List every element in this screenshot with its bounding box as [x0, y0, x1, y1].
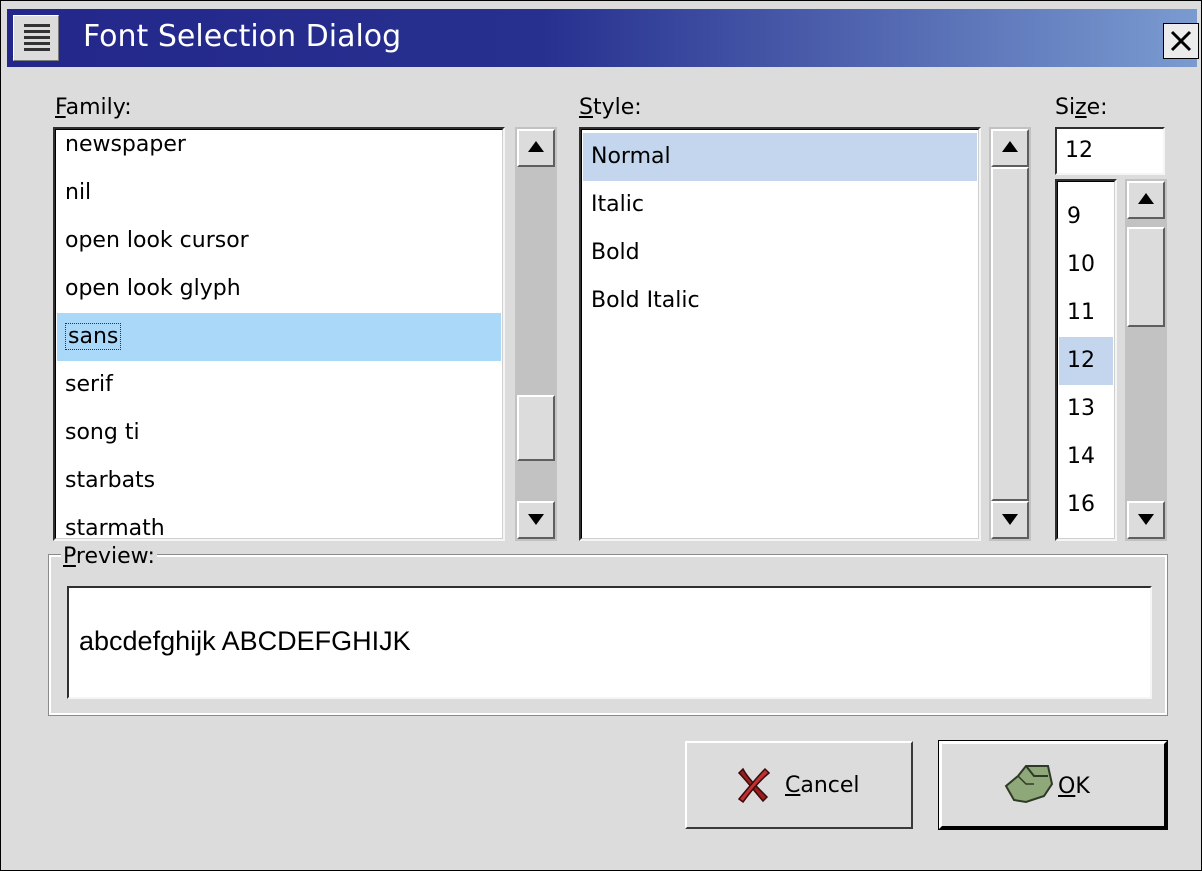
list-item[interactable]: 11 — [1059, 289, 1113, 337]
list-item[interactable]: open look cursor — [57, 217, 501, 265]
cancel-button[interactable]: Cancel — [685, 741, 913, 829]
family-scrollbar[interactable] — [515, 127, 557, 541]
preview-text: abcdefghijk ABCDEFGHIJK — [79, 626, 411, 656]
list-item[interactable]: Bold Italic — [583, 277, 977, 325]
arrow-up-icon[interactable] — [517, 129, 555, 167]
window-menu-icon[interactable] — [13, 15, 59, 61]
size-scrollbar[interactable] — [1125, 179, 1167, 541]
list-item[interactable]: nil — [57, 169, 501, 217]
title-bar[interactable]: Font Selection Dialog — [7, 9, 1199, 67]
arrow-down-icon[interactable] — [1127, 501, 1165, 539]
size-list[interactable]: 9 10 11 12 13 14 16 — [1055, 179, 1117, 541]
list-item[interactable]: 14 — [1059, 433, 1113, 481]
style-list[interactable]: Normal Italic Bold Bold Italic — [579, 127, 981, 541]
preview-label: Preview: — [61, 544, 157, 569]
list-item[interactable]: serif — [57, 361, 501, 409]
style-scrollbar[interactable] — [989, 127, 1031, 541]
family-scroll-thumb[interactable] — [517, 395, 555, 461]
preview-entry[interactable]: abcdefghijk ABCDEFGHIJK — [67, 586, 1152, 699]
ok-hand-icon — [1004, 762, 1054, 812]
cancel-x-icon — [733, 765, 773, 811]
close-icon[interactable] — [1163, 23, 1199, 59]
list-item[interactable]: Italic — [583, 181, 977, 229]
list-item[interactable]: newspaper — [57, 129, 501, 169]
list-item[interactable]: 16 — [1059, 481, 1113, 529]
family-label: Family: — [55, 95, 132, 120]
list-item[interactable]: open look glyph — [57, 265, 501, 313]
list-item[interactable]: starbats — [57, 457, 501, 505]
arrow-down-icon[interactable] — [991, 501, 1029, 539]
size-input[interactable]: 12 — [1055, 127, 1165, 175]
list-item[interactable]: 10 — [1059, 241, 1113, 289]
size-scroll-thumb[interactable] — [1127, 227, 1165, 327]
cancel-label: Cancel — [785, 773, 860, 798]
arrow-up-icon[interactable] — [1127, 181, 1165, 219]
list-item[interactable]: Bold — [583, 229, 977, 277]
style-label: Style: — [579, 95, 642, 120]
font-selection-dialog: Font Selection Dialog Family: newspaper … — [0, 0, 1202, 871]
list-item[interactable]: 13 — [1059, 385, 1113, 433]
window-title: Font Selection Dialog — [83, 19, 402, 54]
style-scroll-thumb[interactable] — [991, 167, 1029, 501]
family-list[interactable]: newspaper nil open look cursor open look… — [53, 127, 505, 541]
list-item-selected[interactable]: sans — [57, 313, 501, 361]
list-item[interactable]: song ti — [57, 409, 501, 457]
list-item[interactable]: 9 — [1059, 193, 1113, 241]
ok-button[interactable]: OK — [938, 740, 1168, 830]
list-item[interactable]: starmath — [57, 505, 501, 539]
arrow-up-icon[interactable] — [991, 129, 1029, 167]
ok-label: OK — [1058, 774, 1090, 799]
list-item-selected[interactable]: 12 — [1059, 337, 1113, 385]
size-label: Size: — [1055, 95, 1108, 120]
list-item-selected[interactable]: Normal — [583, 133, 977, 181]
arrow-down-icon[interactable] — [517, 501, 555, 539]
